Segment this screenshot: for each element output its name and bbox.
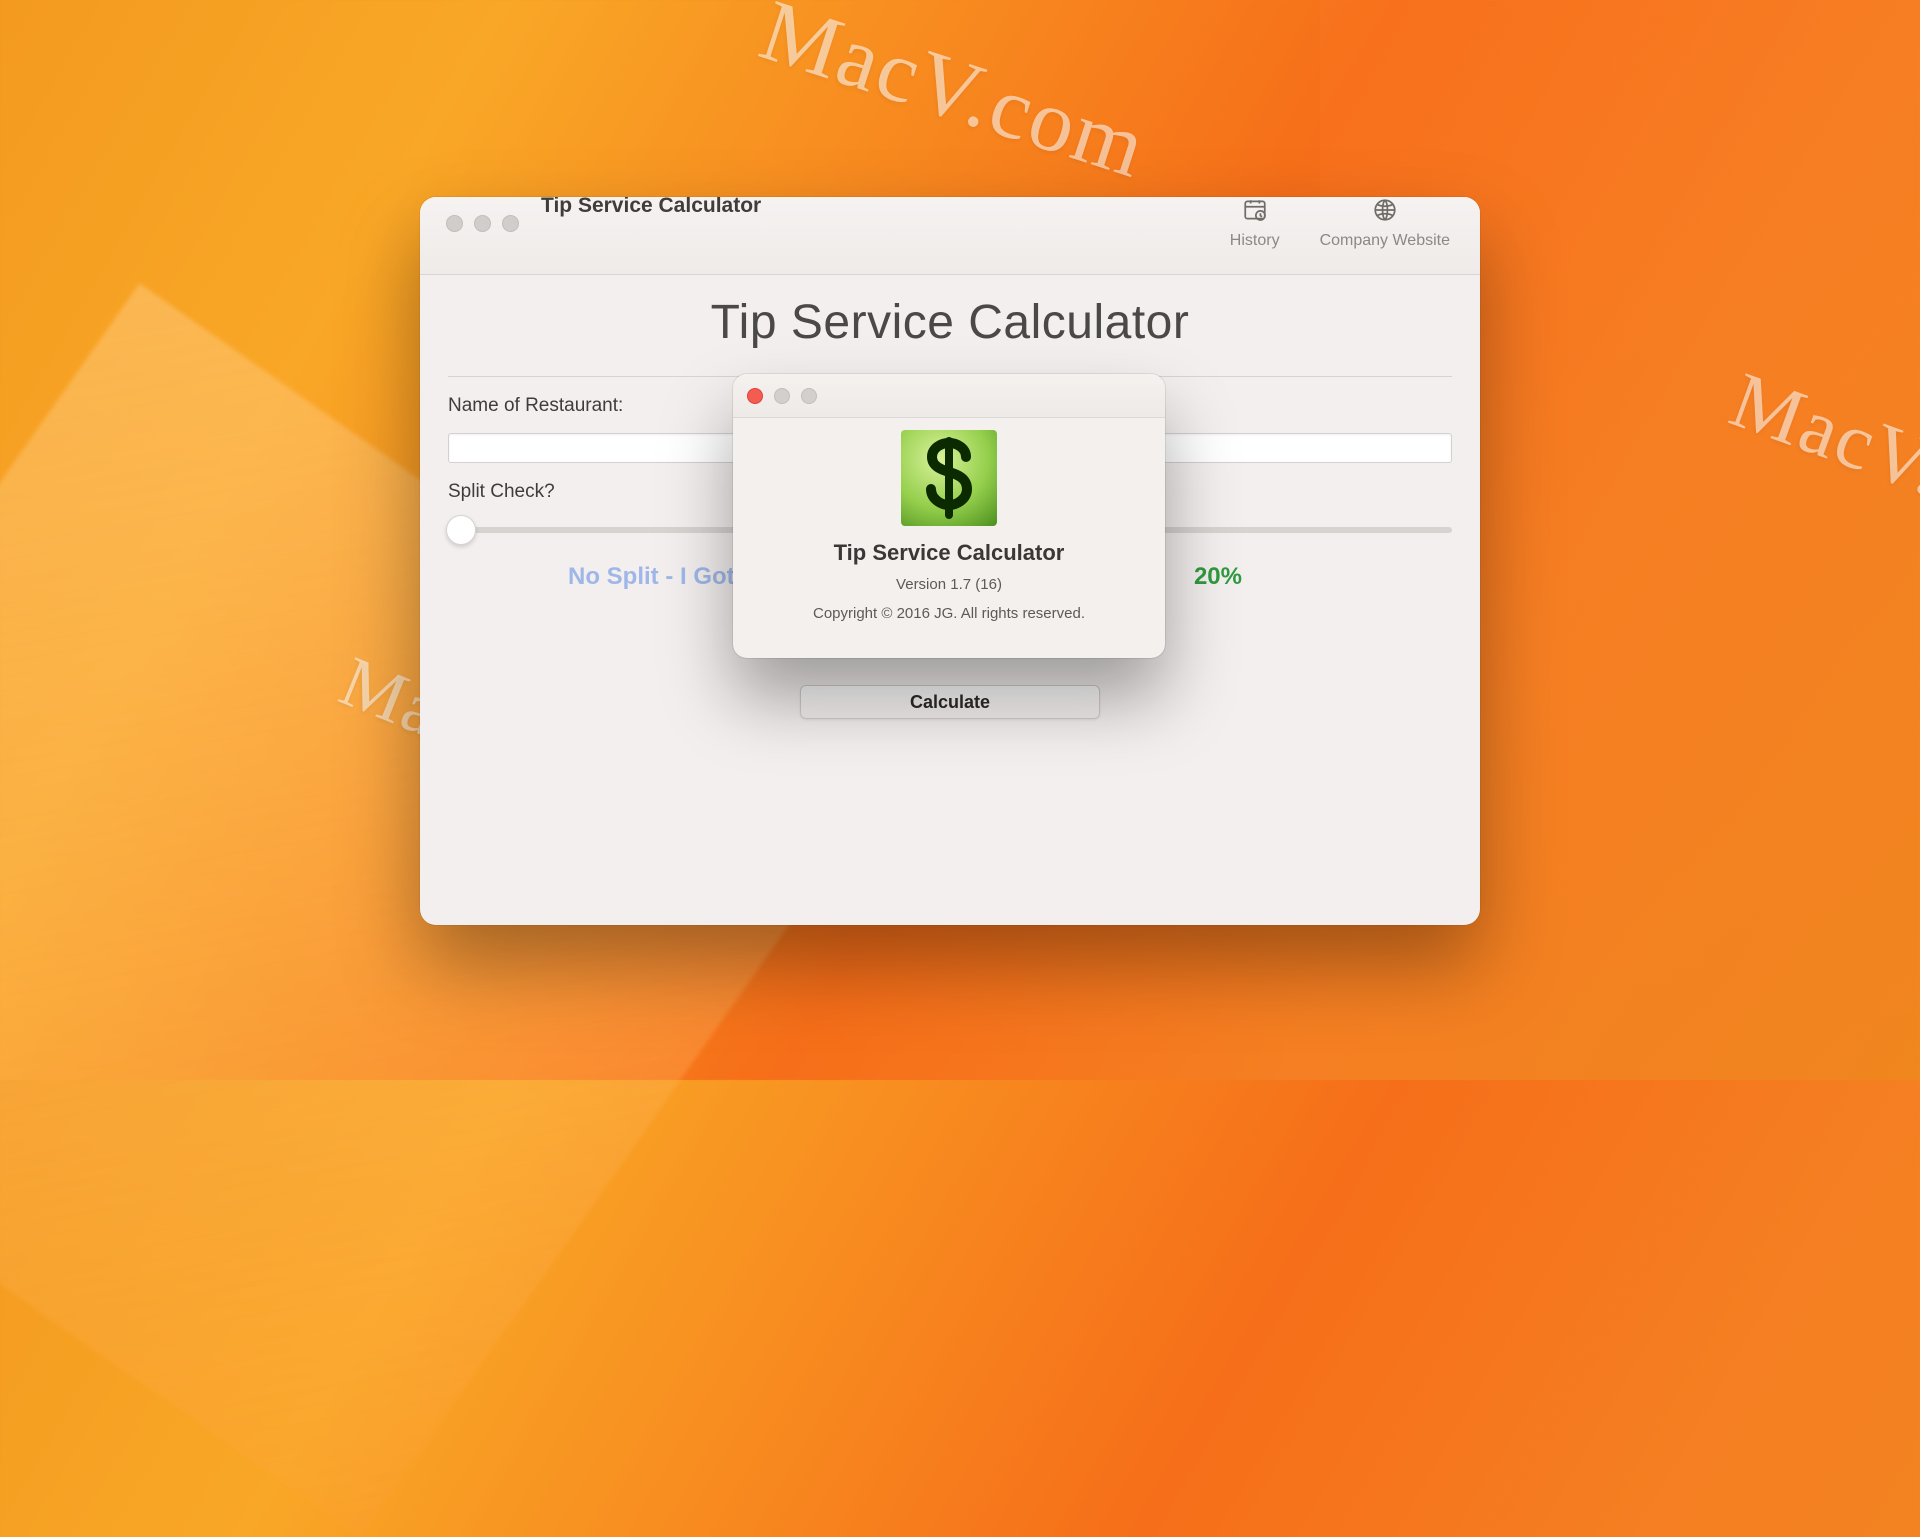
watermark-text: MacV.co (1719, 355, 1920, 543)
globe-icon (1372, 197, 1398, 228)
slider-thumb[interactable] (446, 515, 476, 545)
zoom-button[interactable] (502, 215, 519, 232)
tip-percent-text: 20% (1194, 563, 1242, 591)
watermark-text: MacV.com (749, 0, 1159, 199)
calculate-button[interactable]: Calculate (800, 685, 1100, 719)
split-value-text: No Split - I Got (568, 563, 735, 591)
app-icon (901, 430, 997, 526)
about-close-button[interactable] (747, 388, 763, 404)
window-title: Tip Service Calculator (541, 197, 761, 218)
traffic-lights (438, 204, 519, 244)
minimize-button[interactable] (474, 215, 491, 232)
company-website-button[interactable]: Company Website (1320, 197, 1450, 250)
about-dialog: Tip Service Calculator Version 1.7 (16) … (733, 374, 1165, 658)
about-version: Version 1.7 (16) (896, 576, 1002, 593)
about-copyright: Copyright © 2016 JG. All rights reserved… (813, 605, 1085, 622)
titlebar: Tip Service Calculator History (420, 197, 1480, 275)
history-icon (1242, 197, 1268, 228)
history-button[interactable]: History (1230, 197, 1280, 250)
dollar-sign-icon (914, 435, 984, 521)
history-label: History (1230, 232, 1280, 250)
close-button[interactable] (446, 215, 463, 232)
about-app-name: Tip Service Calculator (834, 540, 1065, 566)
about-minimize-button[interactable] (774, 388, 790, 404)
about-titlebar (733, 374, 1165, 418)
page-title: Tip Service Calculator (448, 295, 1452, 350)
about-zoom-button[interactable] (801, 388, 817, 404)
company-website-label: Company Website (1320, 232, 1450, 250)
